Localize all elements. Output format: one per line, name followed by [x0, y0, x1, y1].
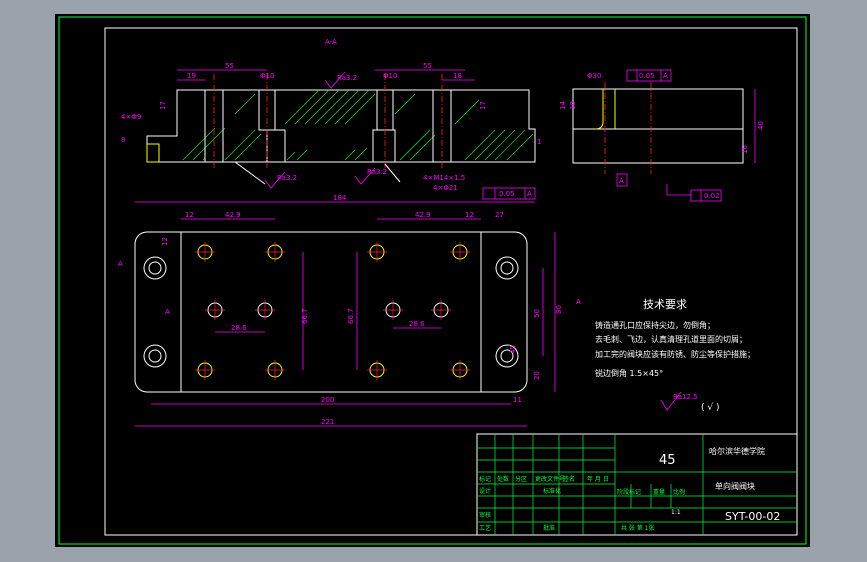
dim-plan-200: 200 [321, 396, 334, 404]
view-marker-left: A [118, 260, 123, 268]
dim-side-14: 14 [559, 101, 567, 110]
dim-plan-28-right: 28.6 [409, 320, 425, 328]
dim-plan-12-left: 12 [185, 211, 194, 219]
dim-side-phi30: Φ30 [587, 72, 601, 80]
label-approve: 批准 [543, 524, 555, 532]
label-count: 处数 [497, 475, 509, 483]
dim-plan-12-v: 12 [161, 237, 169, 246]
side-view: 0.05 A Φ30 14 18 40 16 A 0.02 [559, 69, 765, 202]
dim-m14: 4×M14×1.5 [423, 174, 465, 182]
dim-plan-184: 184 [333, 194, 347, 202]
tech-line-4: 锐边倒角 1.5×45° [595, 368, 663, 378]
tol-flat-value: 0.05 [499, 190, 515, 198]
roughness-2: Ra3.2 [277, 174, 297, 182]
dim-plan-50: 50 [533, 309, 541, 318]
dim-left-8: 8 [121, 136, 125, 144]
section-step [146, 143, 160, 163]
dim-plan-42-left: 42.9 [225, 211, 241, 219]
dim-side-40: 40 [757, 121, 765, 130]
dim-plan-66-left: 66.7 [301, 308, 309, 324]
tech-line-1: 铸造通孔口应保持尖边，勿倒角； [595, 320, 715, 330]
view-marker-mid: A [165, 308, 170, 316]
side-outline [572, 88, 744, 164]
dim-left-4phi9: 4×Φ9 [121, 113, 141, 121]
dim-right-phi10: Φ10 [383, 72, 397, 80]
dim-right-17: 17 [479, 101, 487, 110]
part-name: 单向阀阀块 [715, 481, 755, 491]
label-zone: 分区 [515, 475, 527, 483]
label-mark: 标记 [479, 475, 491, 483]
dim-plan-12-right: 12 [465, 211, 474, 219]
drawing-number: SYT-00-02 [725, 510, 780, 523]
dim-plan-27: 27 [495, 211, 504, 219]
plan-outline [134, 231, 528, 393]
plan-view: 184 42.9 12 42.9 12 27 12 28.6 28.6 66.7… [118, 194, 581, 427]
roughness-paren: ( √ ) [701, 402, 719, 413]
hole-group [143, 244, 519, 378]
label-weight: 重量 [653, 488, 665, 496]
section-hatch [182, 89, 534, 161]
label-process: 工艺 [479, 524, 491, 532]
sheet-info: 共 张 第 1张 [621, 524, 655, 532]
scale-value: 1:1 [671, 509, 681, 516]
dim-plan-42-right: 42.9 [415, 211, 431, 219]
section-view: 55 19 Φ10 17 4×Φ9 8 55 Φ10 18 17 1 Ra3.2… [121, 62, 541, 200]
dim-left-55: 55 [225, 62, 234, 70]
dim-right-55: 55 [423, 62, 432, 70]
dim-plan-28-left: 28.6 [231, 324, 247, 332]
roughness-3: Ra3.2 [367, 168, 387, 176]
dim-plan-11: 11 [513, 396, 522, 404]
label-change-doc: 更改文件号 [535, 475, 565, 483]
label-sign: 签名 [563, 475, 575, 483]
view-marker-right: A [576, 298, 581, 306]
section-hole-5 [372, 129, 396, 163]
dim-plan-20: 20 [533, 371, 541, 380]
dim-left-19: 19 [187, 72, 196, 80]
material: 45 [659, 453, 676, 468]
label-scale: 比例 [673, 488, 685, 496]
tol-perp-value: 0.05 [639, 72, 655, 80]
centerlines [195, 242, 470, 380]
school-name: 哈尔滨华德学院 [709, 446, 765, 456]
tech-line-3: 加工完的阀块应该有防锈、防尘等保护措施； [595, 349, 755, 359]
dim-right-18: 18 [453, 72, 462, 80]
section-hole-3 [266, 129, 286, 163]
roughness-1: Ra3.2 [337, 74, 357, 82]
cad-viewport: A-A 55 19 Φ10 17 4×Φ9 8 55 Φ10 18 17 1 R… [0, 0, 867, 562]
label-date: 年 月 日 [587, 475, 609, 483]
dim-plan-221: 221 [321, 418, 334, 426]
section-label: A-A [325, 38, 337, 46]
title-block: 45 哈尔滨华德学院 单向阀阀块 SYT-00-02 1:1 标记 处数 分区 … [476, 433, 798, 536]
dim-left-phi10: Φ10 [260, 72, 274, 80]
datum-a-side: A [619, 177, 624, 185]
general-roughness: Ra12.5 [673, 393, 698, 401]
tol-perp-side: 0.02 [704, 192, 720, 200]
label-design: 设计 [479, 487, 491, 495]
drawing-svg: A-A 55 19 Φ10 17 4×Φ9 8 55 Φ10 18 17 1 R… [58, 16, 807, 545]
dim-plan-66-right: 66.7 [347, 308, 355, 324]
tol-flat-datum: A [527, 190, 532, 198]
tech-requirements: 技术要求 铸造通孔口应保持尖边，勿倒角； 去毛刺、飞边，认真清理孔道里面的切屑；… [595, 298, 755, 413]
label-stage: 阶段标记 [617, 488, 641, 496]
label-review: 审核 [479, 511, 491, 519]
dim-right-1: 1 [537, 138, 541, 146]
tol-perp-datum: A [663, 72, 668, 80]
dim-plan-80: 80 [555, 305, 563, 314]
drawing-canvas: A-A 55 19 Φ10 17 4×Φ9 8 55 Φ10 18 17 1 R… [55, 14, 810, 547]
tech-line-2: 去毛刺、飞边，认真清理孔道里面的切屑； [595, 334, 747, 344]
dim-side-16: 16 [741, 145, 749, 154]
dim-side-18: 18 [569, 101, 577, 110]
dim-plan-45: 45 [509, 345, 517, 354]
tech-title: 技术要求 [643, 298, 687, 311]
dim-phi21: 4×Φ21 [433, 184, 458, 192]
dim-left-17: 17 [159, 101, 167, 110]
label-standard: 标准化 [543, 487, 561, 495]
plan-inner [180, 231, 482, 393]
